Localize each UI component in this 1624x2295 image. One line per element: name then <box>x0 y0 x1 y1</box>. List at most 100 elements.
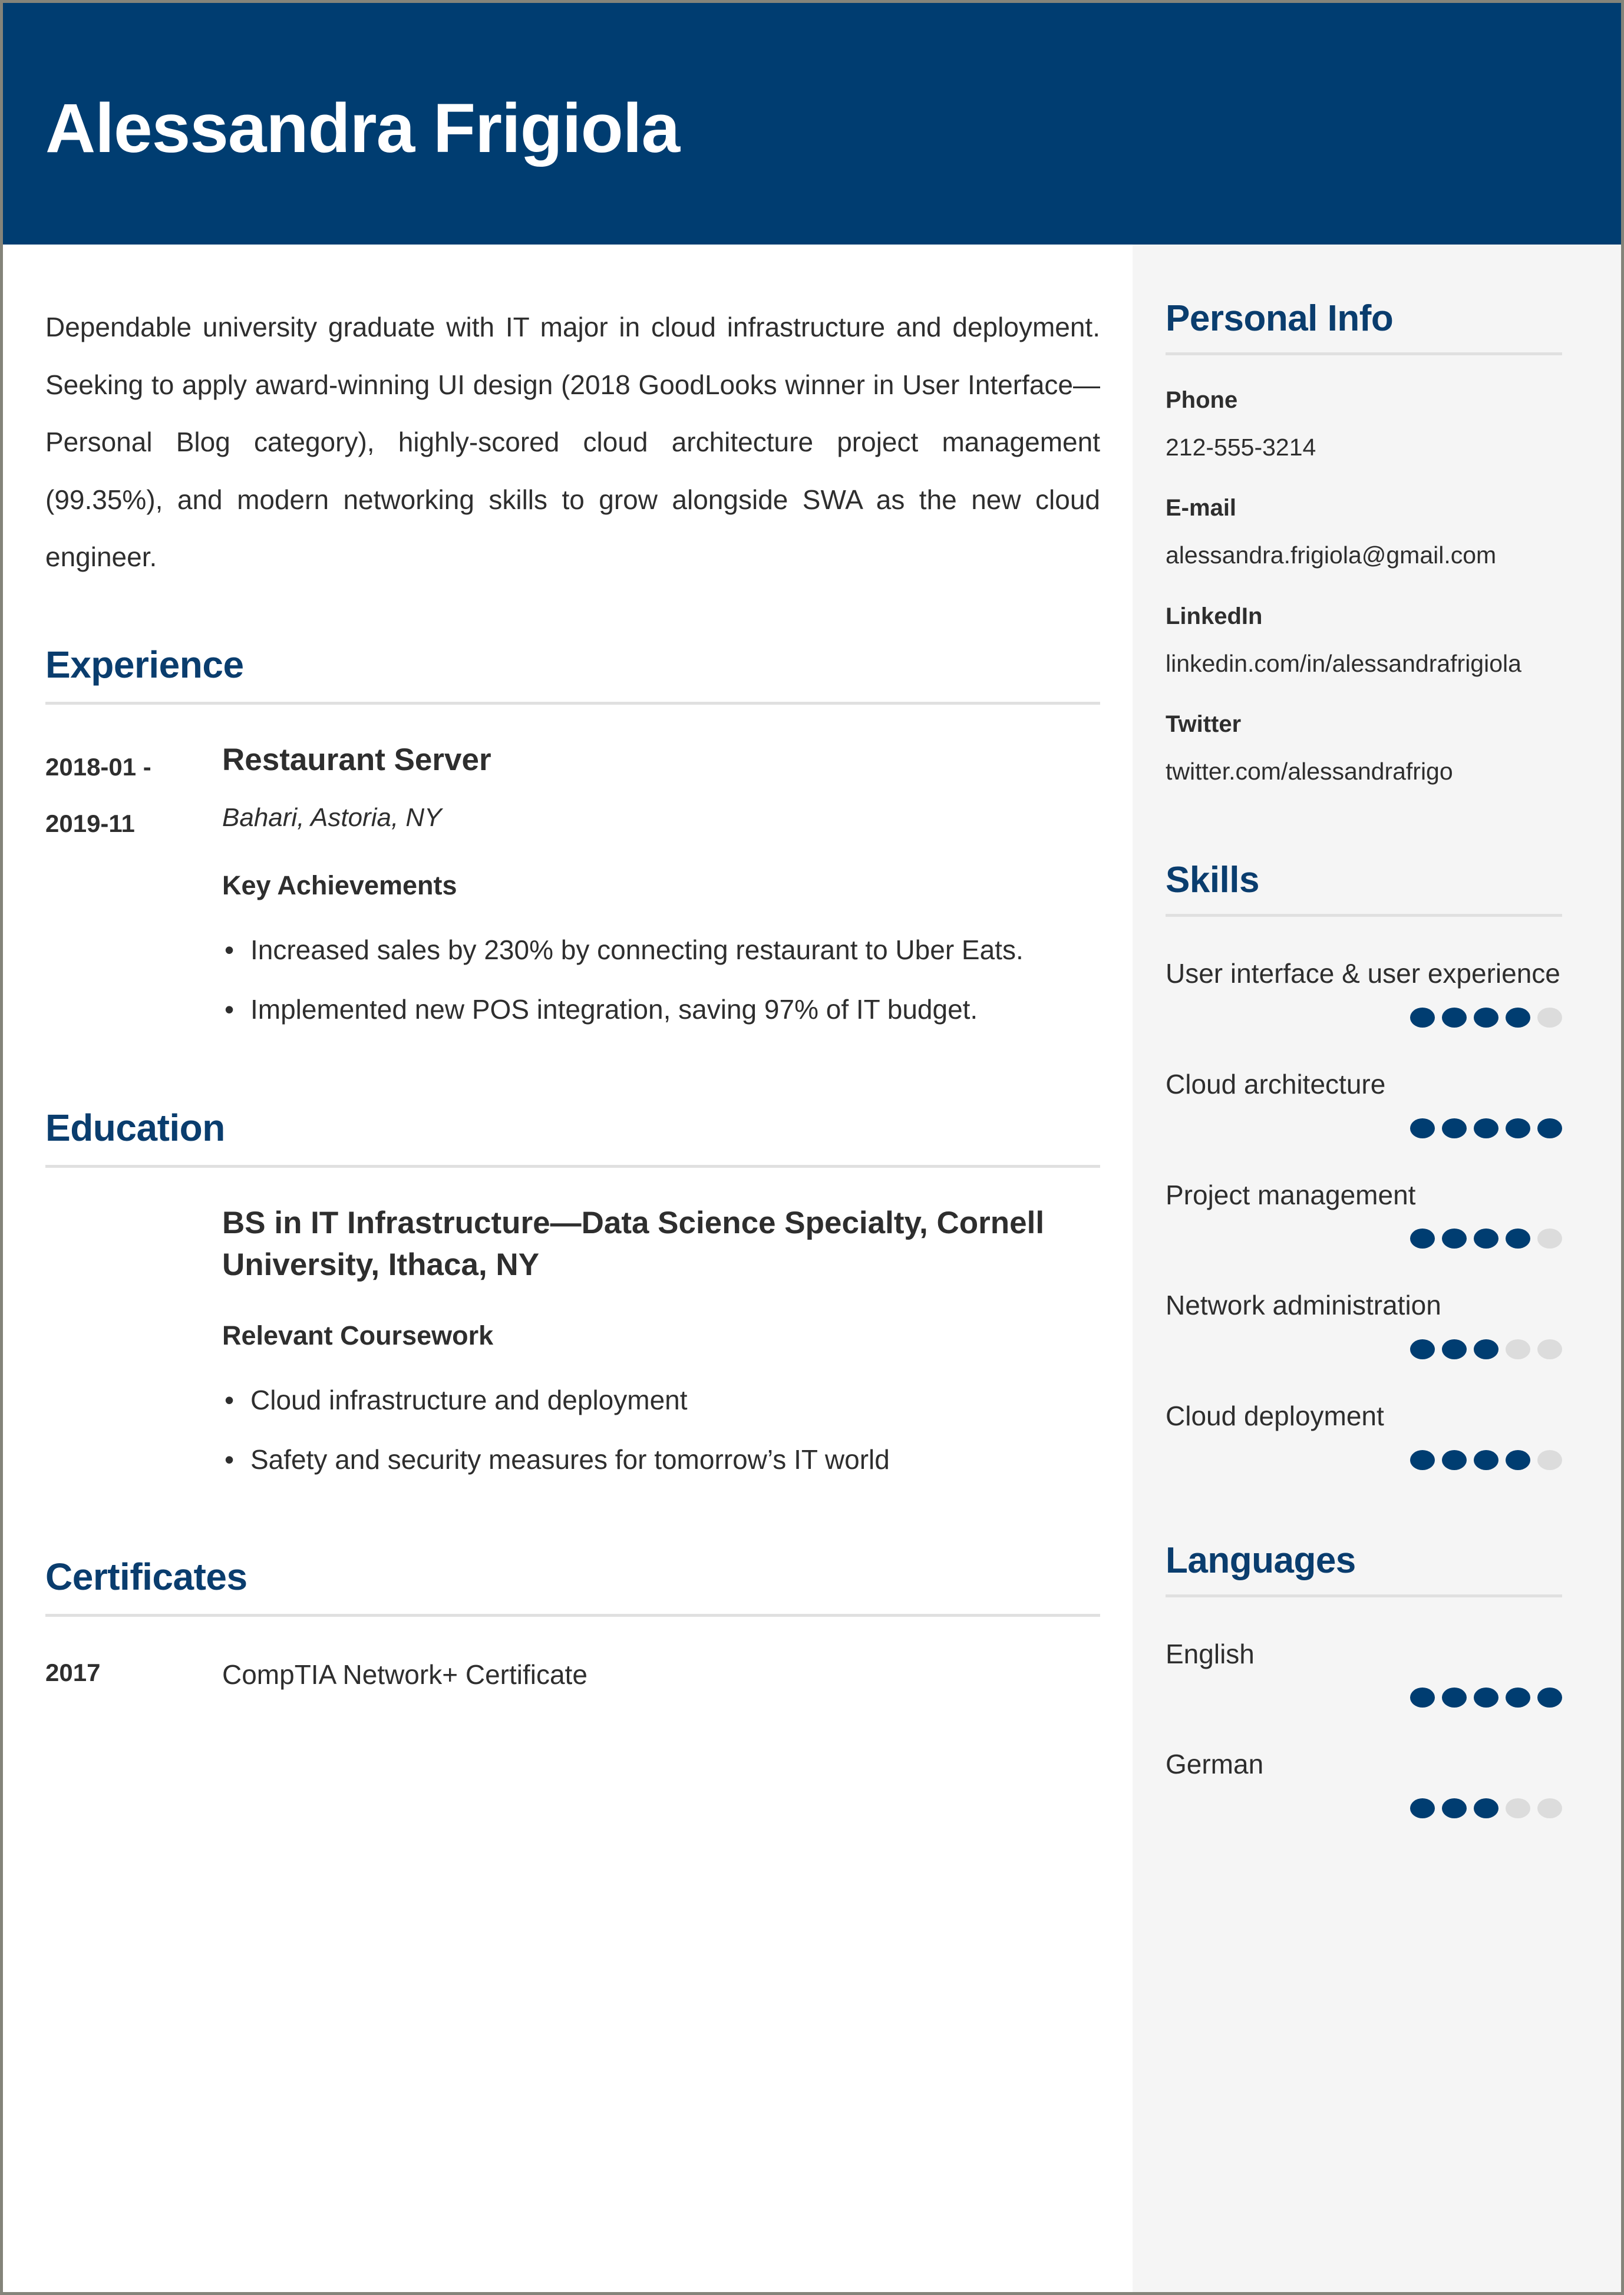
rating-dot-filled <box>1474 1798 1498 1818</box>
experience-date-range: 2018-01 - 2019-11 <box>45 739 222 1041</box>
rating-dot-filled <box>1442 1118 1467 1138</box>
rating-item: Cloud architecture <box>1166 1028 1562 1138</box>
education-entry: BS in IT Infrastructure—Data Science Spe… <box>45 1168 1100 1491</box>
certificate-entry: 2017 CompTIA Network+ Certificate <box>45 1617 1100 1693</box>
experience-employer: Bahari, Astoria, NY <box>222 803 442 833</box>
rating-dot-filled <box>1442 1229 1467 1249</box>
list-item: Increased sales by 230% by connecting re… <box>222 922 1100 979</box>
experience-date-end: 2019-11 <box>45 810 135 838</box>
twitter-value[interactable]: twitter.com/alessandrafrigo <box>1166 739 1562 787</box>
rating-dots <box>1166 1332 1562 1359</box>
email-value[interactable]: alessandra.frigiola@gmail.com <box>1166 523 1562 571</box>
email-label: E-mail <box>1166 495 1237 521</box>
education-coursework-label: Relevant Coursework <box>222 1320 494 1350</box>
rating-label: Cloud deployment <box>1166 1400 1384 1431</box>
rating-dot-empty <box>1506 1339 1530 1359</box>
list-item: Implemented new POS integration, saving … <box>222 981 1100 1039</box>
rating-label: Project management <box>1166 1179 1416 1210</box>
candidate-name: Alessandra Frigiola <box>45 90 680 168</box>
skills-list: User interface & user experience Cloud ar… <box>1166 917 1562 1470</box>
section-certificates: Certificates 2017 CompTIA Network+ Certi… <box>45 1491 1100 1693</box>
rating-dot-empty <box>1537 1798 1562 1818</box>
languages-list: English German <box>1166 1597 1562 1818</box>
rating-dot-filled <box>1474 1007 1498 1028</box>
rating-dot-filled <box>1410 1339 1435 1359</box>
rating-dots <box>1166 1443 1562 1470</box>
rating-dot-filled <box>1474 1449 1498 1470</box>
experience-entry: 2018-01 - 2019-11 Restaurant Server Baha… <box>45 705 1100 1041</box>
list-item: Safety and security measures for tomorro… <box>222 1431 1100 1489</box>
rating-dot-empty <box>1537 1449 1562 1470</box>
section-skills: Skills User interface & user experience C… <box>1166 787 1562 1470</box>
rating-dot-filled <box>1474 1339 1498 1359</box>
rating-dot-filled <box>1410 1449 1435 1470</box>
certificates-heading: Certificates <box>45 1555 247 1598</box>
rating-dot-filled <box>1442 1339 1467 1359</box>
rating-dot-filled <box>1506 1688 1530 1708</box>
rating-dots <box>1166 1111 1562 1138</box>
rating-item: Project management <box>1166 1138 1562 1249</box>
rating-dot-empty <box>1537 1007 1562 1028</box>
rating-dot-filled <box>1442 1007 1467 1028</box>
phone-label: Phone <box>1166 387 1238 413</box>
rating-dot-filled <box>1410 1007 1435 1028</box>
rating-dot-filled <box>1410 1118 1435 1138</box>
skills-heading: Skills <box>1166 860 1260 901</box>
rating-dot-filled <box>1442 1798 1467 1818</box>
resume-header: Alessandra Frigiola <box>3 3 1621 245</box>
rating-item: English <box>1166 1597 1562 1708</box>
sidebar-column: Personal Info Phone 212-555-3214 E-mail … <box>1133 245 1621 2292</box>
professional-summary: Dependable university graduate with IT m… <box>45 312 1100 573</box>
rating-item: German <box>1166 1708 1562 1818</box>
rating-label: Cloud architecture <box>1166 1068 1386 1099</box>
rating-dot-filled <box>1442 1688 1467 1708</box>
rating-dot-filled <box>1442 1449 1467 1470</box>
rating-label: Network administration <box>1166 1290 1441 1321</box>
section-education: Education BS in IT Infrastructure—Data S… <box>45 1041 1100 1491</box>
rating-label: English <box>1166 1638 1255 1669</box>
rating-dots <box>1166 1221 1562 1249</box>
rating-dot-filled <box>1506 1229 1530 1249</box>
personal-info-heading: Personal Info <box>1166 298 1394 339</box>
rating-dot-filled <box>1410 1688 1435 1708</box>
experience-entry-body: Restaurant Server Bahari, Astoria, NY Ke… <box>222 739 1100 1041</box>
linkedin-value[interactable]: linkedin.com/in/alessandrafrigiola <box>1166 632 1562 679</box>
experience-date-start: 2018-01 - <box>45 752 151 781</box>
certificate-name: CompTIA Network+ Certificate <box>222 1659 587 1690</box>
resume-body: Dependable university graduate with IT m… <box>3 245 1621 2292</box>
rating-dot-empty <box>1506 1798 1530 1818</box>
languages-heading: Languages <box>1166 1540 1356 1581</box>
rating-item: User interface & user experience <box>1166 917 1562 1028</box>
rating-dot-filled <box>1537 1688 1562 1708</box>
list-item: Cloud infrastructure and deployment <box>222 1372 1100 1429</box>
certificate-year: 2017 <box>45 1658 101 1686</box>
rating-label: User interface & user experience <box>1166 958 1560 989</box>
experience-heading: Experience <box>45 643 244 686</box>
rating-item: Network administration <box>1166 1249 1562 1359</box>
education-heading: Education <box>45 1106 225 1149</box>
resume-page: Alessandra Frigiola Dependable universit… <box>0 0 1624 2295</box>
phone-value[interactable]: 212-555-3214 <box>1166 415 1562 463</box>
twitter-label: Twitter <box>1166 711 1242 737</box>
rating-dot-empty <box>1537 1339 1562 1359</box>
experience-achievements-label: Key Achievements <box>222 870 457 900</box>
experience-achievements-list: Increased sales by 230% by connecting re… <box>222 904 1100 1039</box>
rating-dots <box>1166 1000 1562 1028</box>
education-degree: BS in IT Infrastructure—Data Science Spe… <box>222 1205 1045 1283</box>
main-column: Dependable university graduate with IT m… <box>3 245 1133 2292</box>
rating-dot-filled <box>1537 1118 1562 1138</box>
rating-dot-filled <box>1410 1798 1435 1818</box>
rating-dot-filled <box>1410 1229 1435 1249</box>
rating-label: German <box>1166 1749 1264 1780</box>
education-coursework-list: Cloud infrastructure and deployment Safe… <box>222 1354 1100 1489</box>
section-languages: Languages English German <box>1166 1470 1562 1818</box>
rating-dot-empty <box>1537 1229 1562 1249</box>
section-personal-info: Personal Info Phone 212-555-3214 E-mail … <box>1166 245 1562 787</box>
linkedin-label: LinkedIn <box>1166 603 1263 629</box>
rating-item: Cloud deployment <box>1166 1359 1562 1470</box>
rating-dot-filled <box>1506 1449 1530 1470</box>
rating-dots <box>1166 1791 1562 1818</box>
section-experience: Experience 2018-01 - 2019-11 Restaurant … <box>45 586 1100 1041</box>
rating-dot-filled <box>1506 1118 1530 1138</box>
experience-job-title: Restaurant Server <box>222 742 491 777</box>
